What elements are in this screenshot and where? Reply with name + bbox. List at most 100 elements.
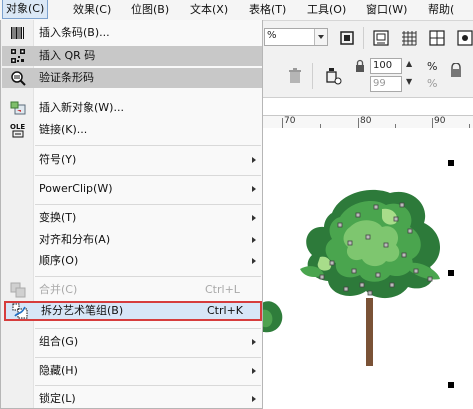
menu-item-hide[interactable]: 隐藏(H) bbox=[2, 361, 262, 381]
partial-leaf-shape[interactable] bbox=[262, 298, 284, 338]
menu-bar: 对象(C) 效果(C) 位图(B) 文本(X) 表格(T) 工具(O) 窗口(W… bbox=[0, 0, 473, 21]
tree-graphic[interactable] bbox=[290, 183, 450, 368]
scale-width-value: 100 bbox=[373, 60, 393, 71]
menu-item-validate-barcode[interactable]: 验证条形码 bbox=[2, 68, 262, 88]
menu-separator bbox=[35, 276, 261, 277]
submenu-arrow-icon bbox=[252, 215, 256, 221]
submenu-arrow-icon bbox=[252, 258, 256, 264]
menu-item-break-artistic-media-apart[interactable]: 拆分艺术笔组(B) Ctrl+K bbox=[4, 301, 262, 321]
submenu-arrow-icon bbox=[252, 186, 256, 192]
menu-item-align-distribute[interactable]: 对齐和分布(A) bbox=[2, 230, 262, 250]
menu-item-shortcut: Ctrl+L bbox=[205, 283, 240, 296]
show-grid-icon[interactable] bbox=[400, 29, 418, 47]
zoom-level-combo[interactable]: % bbox=[264, 28, 328, 46]
menu-separator bbox=[35, 145, 261, 146]
menu-item-label: 符号(Y) bbox=[39, 153, 77, 166]
menu-item-lock[interactable]: 锁定(L) bbox=[2, 389, 262, 409]
ruler-label-70: 70 bbox=[284, 116, 296, 126]
menu-separator bbox=[35, 175, 261, 176]
delete-icon[interactable] bbox=[286, 67, 304, 85]
menu-item-label: 插入条码(B)... bbox=[39, 26, 110, 39]
submenu-arrow-icon bbox=[252, 237, 256, 243]
combine-icon bbox=[10, 282, 26, 298]
menu-item-label: 组合(G) bbox=[39, 335, 79, 348]
menu-item-symbol[interactable]: 符号(Y) bbox=[2, 150, 262, 170]
menu-item-label: 锁定(L) bbox=[39, 392, 76, 405]
submenu-arrow-icon bbox=[252, 396, 256, 402]
menu-item-shortcut: Ctrl+K bbox=[207, 304, 244, 317]
property-bar: 100 99 ▲ ▼ % % bbox=[262, 55, 473, 98]
zoom-dropdown-button[interactable] bbox=[314, 29, 327, 45]
menu-separator bbox=[35, 204, 261, 205]
menu-item-label: 插入 QR 码 bbox=[39, 49, 96, 62]
drawing-canvas[interactable] bbox=[262, 128, 473, 409]
submenu-arrow-icon bbox=[252, 157, 256, 163]
tree-trunk bbox=[366, 298, 373, 366]
menu-object[interactable]: 对象(C) bbox=[2, 0, 49, 19]
view-options-icon[interactable] bbox=[456, 29, 473, 47]
menu-item-combine[interactable]: 合并(C) Ctrl+L bbox=[2, 280, 262, 300]
menu-item-links[interactable]: OLE 链接(K)... bbox=[2, 120, 262, 140]
menu-item-powerclip[interactable]: PowerClip(W) bbox=[2, 179, 262, 199]
menu-item-label: PowerClip(W) bbox=[39, 182, 113, 195]
toolbar-divider bbox=[363, 27, 364, 49]
zoom-level-value: % bbox=[267, 30, 277, 41]
menu-window[interactable]: 窗口(W) bbox=[366, 0, 407, 20]
menu-item-group[interactable]: 组合(G) bbox=[2, 332, 262, 352]
ole-link-icon: OLE bbox=[10, 123, 25, 138]
ruler-label-90: 90 bbox=[434, 116, 446, 126]
menu-effects[interactable]: 效果(C) bbox=[73, 0, 111, 20]
spin-up-icon[interactable]: ▲ bbox=[406, 59, 412, 68]
menu-item-label: 对齐和分布(A) bbox=[39, 233, 111, 246]
standard-toolbar: % bbox=[262, 21, 473, 56]
show-guidelines-icon[interactable] bbox=[428, 29, 446, 47]
percent-label: % bbox=[427, 60, 438, 73]
menu-item-label: 验证条形码 bbox=[39, 71, 94, 84]
percent-label-2: % bbox=[427, 77, 438, 90]
selection-handle[interactable] bbox=[448, 160, 454, 166]
break-apart-artistic-icon bbox=[12, 303, 28, 319]
submenu-arrow-icon bbox=[252, 339, 256, 345]
full-screen-icon[interactable] bbox=[338, 29, 356, 47]
menu-help[interactable]: 帮助( bbox=[428, 0, 454, 20]
scale-width-input[interactable]: 100 bbox=[370, 58, 402, 74]
menu-item-label: 合并(C) bbox=[39, 283, 78, 296]
toolbar-divider bbox=[312, 63, 313, 89]
menu-item-label: 顺序(O) bbox=[39, 254, 79, 267]
menu-item-label: 拆分艺术笔组(B) bbox=[41, 304, 124, 317]
lock-ratio-icon[interactable] bbox=[448, 63, 464, 79]
selection-handle[interactable] bbox=[448, 382, 454, 388]
horizontal-ruler: 70 80 90 bbox=[262, 115, 473, 129]
barcode-icon bbox=[11, 27, 24, 39]
ruler-label-80: 80 bbox=[360, 116, 372, 126]
show-rulers-icon[interactable] bbox=[372, 29, 390, 47]
menu-table[interactable]: 表格(T) bbox=[249, 0, 286, 20]
menu-item-transform[interactable]: 变换(T) bbox=[2, 208, 262, 228]
menu-bitmaps[interactable]: 位图(B) bbox=[131, 0, 169, 20]
insert-object-icon bbox=[10, 101, 26, 115]
validate-barcode-icon bbox=[11, 71, 26, 86]
qr-code-icon bbox=[11, 49, 25, 63]
submenu-arrow-icon bbox=[252, 368, 256, 374]
svg-text:OLE: OLE bbox=[10, 123, 25, 131]
menu-item-order[interactable]: 顺序(O) bbox=[2, 251, 262, 271]
lock-icon[interactable] bbox=[354, 59, 366, 73]
menu-item-label: 链接(K)... bbox=[39, 123, 88, 136]
menu-item-insert-qr-code[interactable]: 插入 QR 码 bbox=[2, 46, 262, 66]
object-properties-icon[interactable] bbox=[324, 67, 342, 85]
menu-separator bbox=[35, 385, 261, 386]
scale-height-value: 99 bbox=[373, 78, 386, 89]
menu-separator bbox=[35, 328, 261, 329]
menu-item-label: 隐藏(H) bbox=[39, 364, 78, 377]
menu-item-label: 插入新对象(W)... bbox=[39, 101, 124, 114]
menu-separator bbox=[35, 357, 261, 358]
menu-item-insert-barcode[interactable]: 插入条码(B)... bbox=[2, 23, 262, 43]
chevron-down-icon bbox=[318, 35, 324, 39]
menu-text[interactable]: 文本(X) bbox=[190, 0, 228, 20]
scale-height-input[interactable]: 99 bbox=[370, 76, 402, 92]
spin-down-icon[interactable]: ▼ bbox=[406, 77, 412, 86]
menu-item-insert-new-object[interactable]: 插入新对象(W)... bbox=[2, 98, 262, 118]
menu-item-label: 变换(T) bbox=[39, 211, 77, 224]
object-menu-dropdown: 插入条码(B)... 插入 QR 码 验证条形码 插入新对象(W)... OLE bbox=[0, 20, 263, 409]
menu-tools[interactable]: 工具(O) bbox=[307, 0, 346, 20]
